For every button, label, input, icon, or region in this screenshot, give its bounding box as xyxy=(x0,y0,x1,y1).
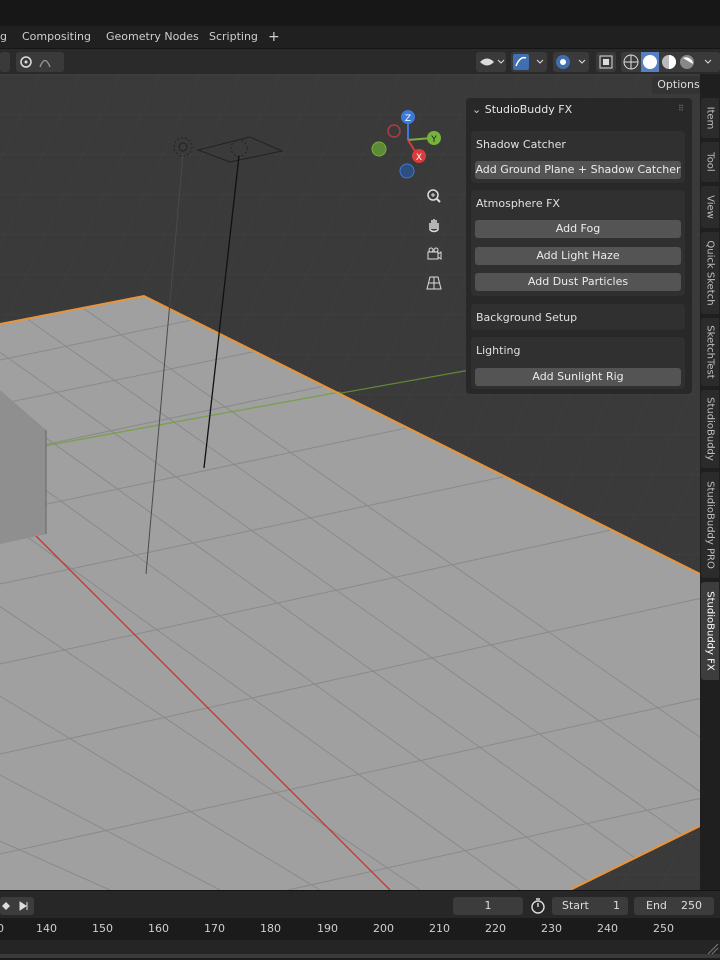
gizmo-y-label: Y xyxy=(430,135,437,145)
end-frame-field[interactable]: End 250 xyxy=(634,897,714,915)
add-fog-button[interactable]: Add Fog xyxy=(475,220,681,238)
xray-button[interactable] xyxy=(596,52,616,72)
panel-title: StudioBuddy FX xyxy=(484,103,573,116)
top-bar xyxy=(0,0,720,26)
workspace-tabs: g Compositing Geometry Nodes Scripting + xyxy=(0,26,720,48)
xray-icon xyxy=(599,55,613,69)
timeline-header: 1 Start 1 End 250 xyxy=(0,890,720,919)
tab-scripting[interactable]: Scripting xyxy=(209,26,258,48)
add-workspace-button[interactable]: + xyxy=(268,26,280,48)
playback-controls[interactable] xyxy=(0,897,34,915)
mode-dropdown[interactable] xyxy=(0,52,10,72)
frame-tick: 250 xyxy=(653,922,674,935)
proportional-edit-icon xyxy=(20,56,51,68)
overlays-icon xyxy=(513,54,544,70)
xray-toggle[interactable] xyxy=(553,52,589,72)
show-gizmo-toggle[interactable] xyxy=(476,52,506,72)
timeline-ruler[interactable]: 0 140 150 160 170 180 190 200 210 220 23… xyxy=(0,918,720,960)
drag-handle-icon[interactable]: ⠿ xyxy=(678,104,684,113)
start-frame-field[interactable]: Start 1 xyxy=(552,897,628,915)
section-lighting: Lighting Add Sunlight Rig xyxy=(471,337,685,389)
frame-tick: 240 xyxy=(597,922,618,935)
jump-to-end-icon xyxy=(2,901,28,911)
frame-tick: 200 xyxy=(373,922,394,935)
sidebar-tab-tool[interactable]: Tool xyxy=(701,142,719,182)
gizmo-x-label: X xyxy=(416,153,422,163)
collapse-chevron-icon: ⌄ xyxy=(472,103,482,116)
panel-header[interactable]: ⌄ StudioBuddy FX xyxy=(472,103,572,116)
shading-mode-group xyxy=(621,52,720,72)
add-dust-particles-button[interactable]: Add Dust Particles xyxy=(475,273,681,291)
add-light-haze-button[interactable]: Add Light Haze xyxy=(475,247,681,265)
section-title: Shadow Catcher xyxy=(476,138,566,151)
sidebar-tab-view[interactable]: View xyxy=(701,186,719,228)
frame-tick: 150 xyxy=(92,922,113,935)
grid-perspective-icon xyxy=(426,276,442,290)
section-title: Lighting xyxy=(476,344,521,357)
section-title: Atmosphere FX xyxy=(476,197,560,210)
gizmo-visibility-icon xyxy=(480,58,505,66)
camera-icon xyxy=(427,247,442,260)
current-frame-field[interactable]: 1 xyxy=(453,897,523,915)
stopwatch-icon xyxy=(531,898,545,914)
sidebar-tabs: Item Tool View Quick Sketch SketchTest S… xyxy=(700,74,720,890)
hand-icon xyxy=(429,219,439,233)
show-overlays-toggle[interactable] xyxy=(511,52,547,72)
zoom-button[interactable] xyxy=(423,185,445,207)
pan-button[interactable] xyxy=(423,214,445,236)
add-ground-plane-shadow-catcher-button[interactable]: Add Ground Plane + Shadow Catcher xyxy=(475,161,681,179)
frame-tick: 160 xyxy=(148,922,169,935)
frame-tick: 180 xyxy=(260,922,281,935)
sidebar-tab-studiobuddy-fx[interactable]: StudioBuddy FX xyxy=(701,582,719,680)
end-label: End xyxy=(646,899,667,912)
start-value: 1 xyxy=(613,899,620,912)
shading-icons xyxy=(623,52,712,72)
tab-compositing[interactable]: Compositing xyxy=(22,26,91,48)
frame-tick: 170 xyxy=(204,922,225,935)
viewport-header xyxy=(0,48,720,75)
frame-tick: 190 xyxy=(317,922,338,935)
gizmo-z-label: Z xyxy=(405,114,411,124)
sidebar-tab-studiobuddy[interactable]: StudioBuddy xyxy=(701,390,719,468)
frame-tick: 0 xyxy=(0,922,4,935)
section-atmosphere-fx: Atmosphere FX Add Fog Add Light Haze Add… xyxy=(471,190,685,296)
frame-tick: 220 xyxy=(485,922,506,935)
frame-tick: 140 xyxy=(36,922,57,935)
tab-partial[interactable]: g xyxy=(0,26,7,48)
frame-tick: 210 xyxy=(429,922,450,935)
frame-tick: 230 xyxy=(541,922,562,935)
sidebar-tab-sketchtest[interactable]: SketchTest xyxy=(701,318,719,386)
end-value: 250 xyxy=(681,899,702,912)
proportional-edit-toggle[interactable] xyxy=(16,52,64,72)
corner-resize-icon[interactable] xyxy=(704,932,720,956)
section-background-setup[interactable]: Background Setup xyxy=(471,304,685,330)
timeline-scrollbar[interactable] xyxy=(0,954,720,958)
sidebar-panel: ⌄ StudioBuddy FX ⠿ Shadow Catcher Add Gr… xyxy=(466,98,692,394)
camera-view-button[interactable] xyxy=(423,243,445,265)
sidebar-tab-quick-sketch[interactable]: Quick Sketch xyxy=(701,232,719,314)
section-shadow-catcher: Shadow Catcher Add Ground Plane + Shadow… xyxy=(471,131,685,183)
perspective-toggle-button[interactable] xyxy=(423,272,445,294)
add-sunlight-rig-button[interactable]: Add Sunlight Rig xyxy=(475,368,681,386)
zoom-icon xyxy=(427,189,441,203)
viewport-overlay-icon xyxy=(556,55,586,69)
sidebar-tab-item[interactable]: Item xyxy=(701,98,719,138)
use-preview-range-button[interactable] xyxy=(528,897,548,915)
section-title: Background Setup xyxy=(476,311,578,324)
tab-geometry-nodes[interactable]: Geometry Nodes xyxy=(106,26,199,48)
start-label: Start xyxy=(562,899,589,912)
options-label: Options xyxy=(657,78,700,91)
sidebar-tab-studiobuddy-pro[interactable]: StudioBuddy PRO xyxy=(701,472,719,578)
